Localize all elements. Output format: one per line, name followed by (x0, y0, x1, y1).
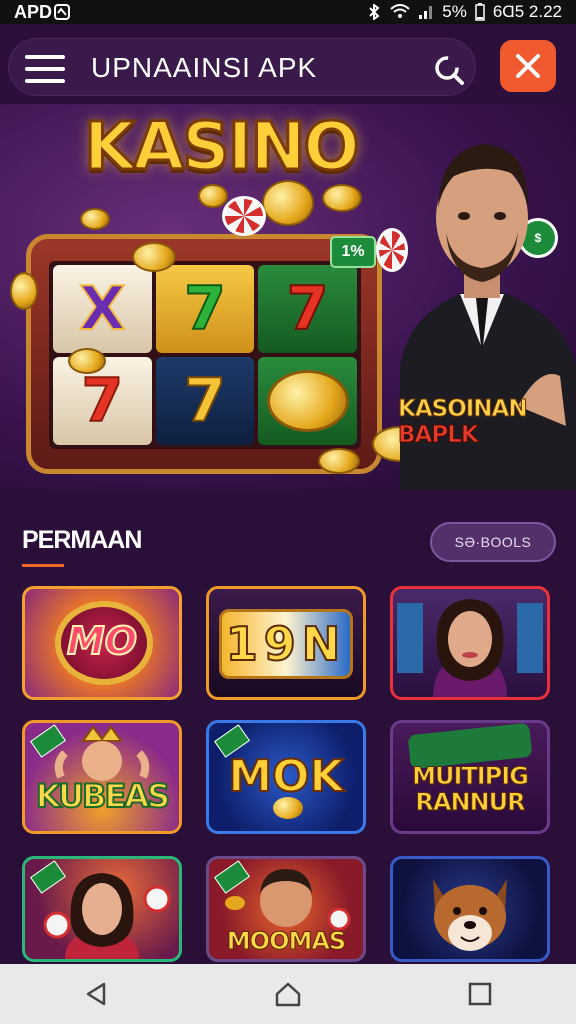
recents-square-icon (468, 982, 492, 1006)
status-left: APD (14, 1, 71, 23)
app-bar: UPNAAINSI APK (0, 28, 576, 104)
game-card[interactable]: MOOMAS (206, 856, 366, 962)
clock: 6Ɑ5 2.22 (492, 2, 562, 21)
gold-coin-icon (68, 348, 106, 374)
reel-symbol: 7 (53, 357, 152, 445)
system-nav-bar (0, 964, 576, 1024)
section-underline (22, 564, 64, 567)
status-bar: APD 5% 6Ɑ5 2.22 (0, 0, 576, 24)
game-title: MUITIPIG RANNUR (412, 762, 530, 816)
signal-icon (419, 6, 433, 19)
game-card[interactable] (390, 586, 550, 700)
app-title: UPNAAINSI APK (91, 52, 318, 83)
gold-coin-icon (262, 180, 314, 226)
home-button[interactable] (258, 964, 318, 1024)
host-label-line2: BAPLK (398, 422, 480, 449)
game-card[interactable]: MO (22, 586, 182, 700)
game-card[interactable]: MUITIPIG RANNUR (390, 720, 550, 834)
host-label-line1: KASOINAN (398, 396, 529, 423)
woman-portrait (397, 599, 543, 697)
gold-coin-icon (132, 242, 176, 272)
title-bar: UPNAAINSI APK (8, 38, 476, 96)
game-card[interactable] (22, 856, 182, 962)
game-card[interactable]: MOK (206, 720, 366, 834)
back-triangle-icon (86, 982, 106, 1006)
notification-icon (54, 4, 71, 20)
close-icon (516, 54, 540, 78)
multiplier-badge: 1% (330, 236, 376, 268)
game-card[interactable] (390, 856, 550, 962)
wifi-icon (390, 4, 410, 18)
recents-button[interactable] (450, 964, 510, 1024)
gold-coin-icon (266, 370, 349, 432)
casino-chip-icon (222, 196, 266, 236)
hero-banner[interactable]: KASINO X 7 7 7 7 1% $ KASOINAN BAPLK (0, 104, 576, 490)
section-title: PERMAAN (22, 526, 142, 554)
gold-coin-icon (80, 208, 110, 230)
game-title: MOOMAS (226, 927, 346, 956)
reel-symbol: X (53, 265, 152, 353)
game-title: MOK (227, 750, 344, 803)
reel-symbol: 7 (155, 357, 255, 445)
close-button[interactable] (500, 40, 556, 92)
game-card[interactable]: 19N (206, 586, 366, 700)
status-app-text: APD (14, 1, 53, 22)
game-title: 19N (225, 616, 347, 672)
gold-coin-icon (318, 448, 360, 474)
home-icon (275, 982, 301, 1007)
battery-percent: 5% (442, 2, 467, 21)
hamburger-menu-icon[interactable] (25, 55, 65, 83)
search-icon[interactable] (431, 52, 465, 86)
dog-character (433, 879, 507, 951)
game-title: KUBEAS (35, 776, 171, 816)
gold-coin-icon (198, 184, 228, 208)
game-title: MO (66, 618, 138, 664)
reel-symbol: 7 (155, 265, 255, 353)
gold-coin-icon (10, 272, 38, 310)
reel-coin (258, 357, 357, 445)
more-games-button[interactable]: SƏ·BOOLS (430, 522, 556, 562)
bluetooth-icon (369, 4, 380, 20)
banner-title: KASINO (83, 107, 362, 187)
back-button[interactable] (66, 964, 126, 1024)
battery-icon (475, 3, 485, 21)
game-card[interactable]: KUBEAS (22, 720, 182, 834)
host-label: KASOINAN BAPLK (398, 396, 529, 449)
gold-coin-icon (273, 797, 303, 819)
reel-symbol: 7 (258, 265, 357, 353)
gold-coin-icon (322, 184, 362, 212)
status-right: 5% 6Ɑ5 2.22 (366, 2, 562, 22)
